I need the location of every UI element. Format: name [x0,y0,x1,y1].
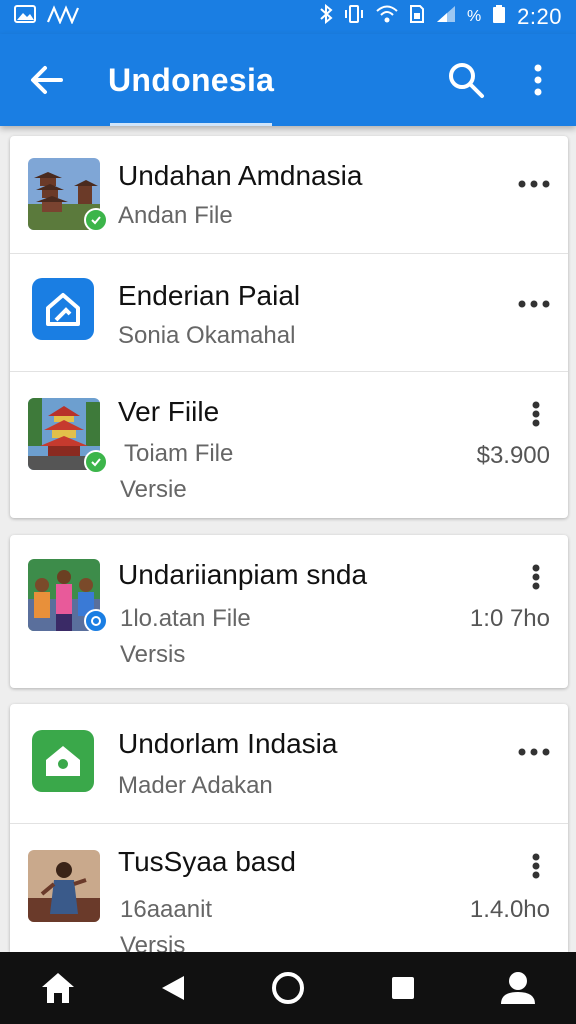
check-badge-icon [84,208,108,232]
item-subtitle: Andan File [118,202,233,229]
sim-icon [409,4,425,30]
list-item[interactable]: Enderian Paial Sonia Okamahal [10,254,568,372]
dancer-photo [28,850,100,922]
app-bar: Undonesia [0,34,576,126]
item-title: TusSyaa basd [118,846,296,877]
back-triangle-icon[interactable] [143,958,203,1018]
status-bar: % 2:20 [0,0,576,34]
item-title: Ver Fiile [118,396,220,427]
item-subtitle: Toiam File [124,440,234,467]
blue-house-app-icon [32,278,94,340]
file-card: Undorlam Indasia Mader Adakan TusSyaa ba… [10,704,568,952]
more-horiz-icon[interactable] [516,742,552,762]
more-vert-icon[interactable] [526,561,546,593]
profile-icon[interactable] [488,958,548,1018]
item-subtitle: 16aaanit [120,896,213,923]
cell-signal-icon [435,4,457,30]
vibrate-icon [343,4,365,30]
battery-icon [491,4,507,30]
item-version: Versis [120,932,186,952]
check-badge-icon [84,450,108,474]
item-amount: $3.900 [476,442,550,469]
item-title: Undariianpiam snda [118,559,368,590]
item-subtitle: 1lo.atan File [120,605,251,632]
clock: 2:20 [517,4,562,29]
green-house-app-icon [32,730,94,792]
file-card: Undariianpiam snda 1lo.atan File Versis … [10,535,568,688]
list-item[interactable]: Ver Fiile Toiam File Versie $3.900 [10,372,568,518]
home-circle-icon[interactable] [258,958,318,1018]
item-version: Versie [120,476,187,503]
item-title: Enderian Paial [118,280,301,311]
item-subtitle: Mader Adakan [118,772,273,799]
sync-badge-icon [84,609,108,633]
signal-wave-icon [46,4,84,30]
file-card: Undahan Amdnasia Andan File Enderian Pai… [10,136,568,518]
list-item[interactable]: Undahan Amdnasia Andan File [10,136,568,254]
page-title: Undonesia [108,61,275,98]
item-amount: 1.4.0ho [469,896,550,923]
more-vert-icon[interactable] [526,398,546,430]
item-title: Undahan Amdnasia [118,160,363,191]
item-subtitle: Sonia Okamahal [118,322,296,349]
list-item[interactable]: Undorlam Indasia Mader Adakan [10,704,568,824]
wifi-icon [375,4,399,30]
more-horiz-icon[interactable] [516,294,552,314]
arrow-back-icon[interactable] [24,58,68,102]
more-horiz-icon[interactable] [516,174,552,194]
image-icon [14,5,36,29]
list-item[interactable]: Undariianpiam snda 1lo.atan File Versis … [10,535,568,688]
item-amount: 1:0 7ho [469,605,550,632]
home-icon[interactable] [28,958,88,1018]
title-underline [110,123,272,126]
search-icon[interactable] [444,58,488,102]
percent-icon: % [466,8,482,25]
list-item[interactable]: TusSyaa basd 16aaanit Versis 1.4.0ho [10,824,568,952]
more-vert-icon[interactable] [518,58,558,102]
navigation-bar [0,952,576,1024]
item-version: Versis [120,641,186,668]
recents-square-icon[interactable] [373,958,433,1018]
more-vert-icon[interactable] [526,850,546,882]
item-title: Undorlam Indasia [118,728,338,759]
bluetooth-icon [319,3,333,30]
